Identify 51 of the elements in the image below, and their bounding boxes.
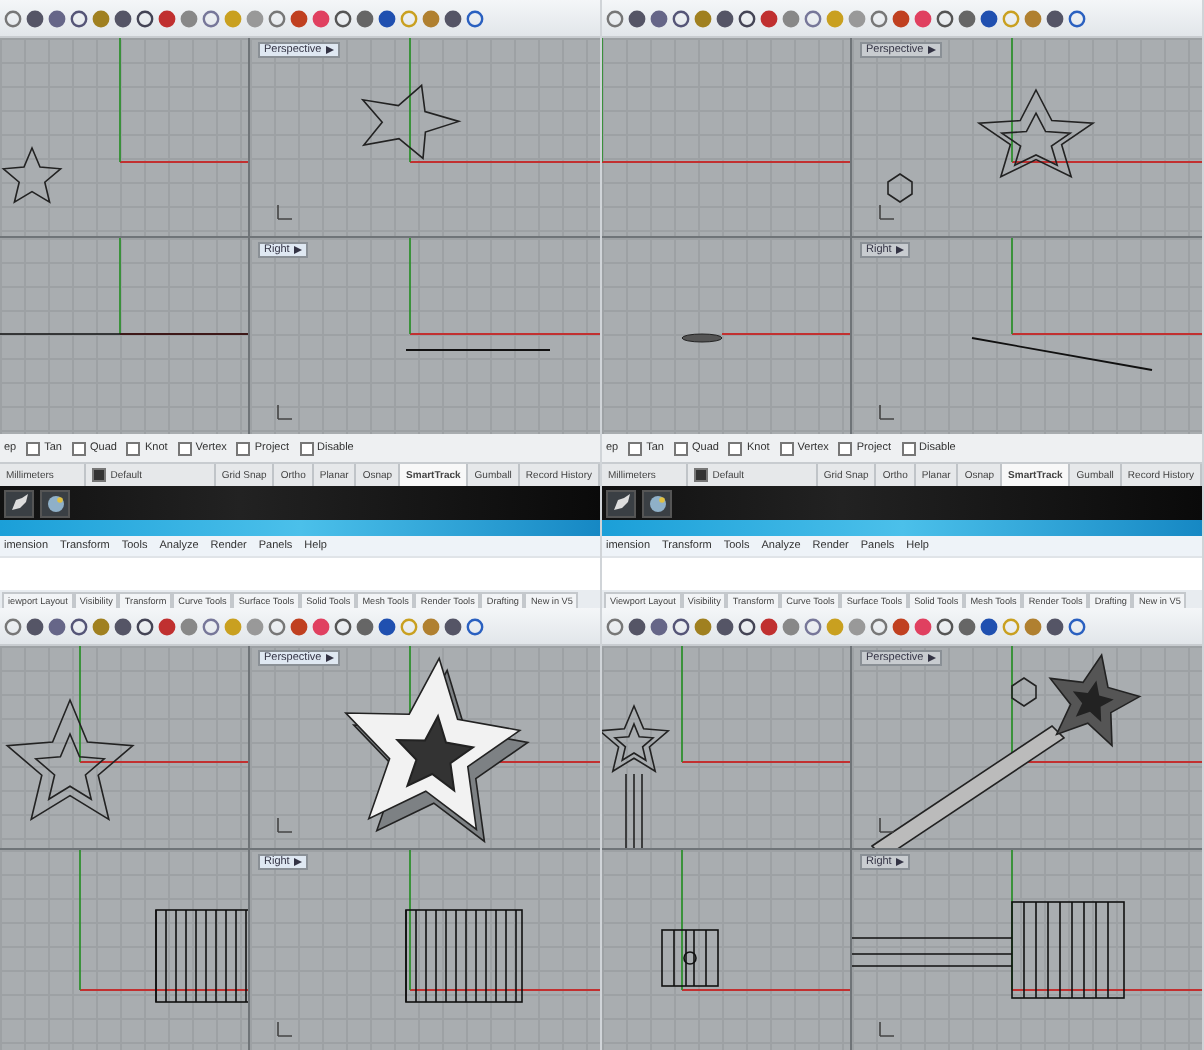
caret-icon: [927, 46, 936, 54]
checkbox[interactable]: [779, 441, 794, 455]
palette-icon: [647, 493, 667, 513]
taskbar-app[interactable]: [642, 489, 672, 517]
star-drawing: [1, 145, 63, 204]
caret-icon: [293, 245, 302, 253]
layer-swatch: [694, 468, 709, 482]
checkbox[interactable]: [126, 441, 141, 455]
checkbox[interactable]: [72, 441, 86, 455]
axis-icon: [879, 204, 895, 220]
checkbox[interactable]: [628, 441, 643, 455]
rhino-icon: [9, 494, 29, 512]
viewport[interactable]: [602, 646, 850, 848]
star-drawing: [5, 697, 135, 822]
bars-drawing: [155, 909, 248, 1003]
axis-icon: [277, 204, 293, 220]
taskbar-app[interactable]: [606, 489, 636, 517]
bars-drawing: [405, 909, 523, 1003]
axes-drawing: [119, 38, 248, 163]
checkbox[interactable]: [838, 441, 853, 455]
checkbox[interactable]: [674, 441, 688, 455]
checkbox[interactable]: [728, 441, 743, 455]
axis-icon: [879, 403, 895, 419]
axis-icon: [879, 1021, 895, 1037]
caret-icon: [895, 858, 904, 866]
taskbar-app[interactable]: [40, 489, 70, 517]
rhino-icon: [611, 494, 631, 512]
palette-icon: [45, 493, 65, 513]
caret-icon: [325, 654, 334, 662]
caret-icon: [325, 46, 334, 54]
caret-icon: [927, 654, 936, 662]
disc-drawing: [681, 332, 723, 342]
axis-icon: [277, 403, 293, 419]
checkbox[interactable]: [236, 441, 251, 455]
star-drawing: [360, 83, 462, 160]
bars-drawing: [661, 929, 719, 987]
checkbox[interactable]: [299, 441, 314, 455]
checkbox[interactable]: [901, 441, 916, 455]
viewport[interactable]: [602, 850, 850, 1050]
caret-icon: [293, 858, 302, 866]
axes-drawing: [721, 332, 850, 334]
taskbar-app[interactable]: [4, 489, 34, 517]
checkbox[interactable]: [26, 441, 41, 455]
checkbox[interactable]: [177, 441, 192, 455]
layer-swatch: [92, 468, 107, 482]
viewport[interactable]: [0, 646, 248, 848]
caret-icon: [895, 245, 904, 253]
viewport[interactable]: [0, 850, 248, 1050]
axis-icon: [277, 1021, 293, 1037]
axis-icon: [879, 817, 895, 833]
axis-icon: [277, 817, 293, 833]
